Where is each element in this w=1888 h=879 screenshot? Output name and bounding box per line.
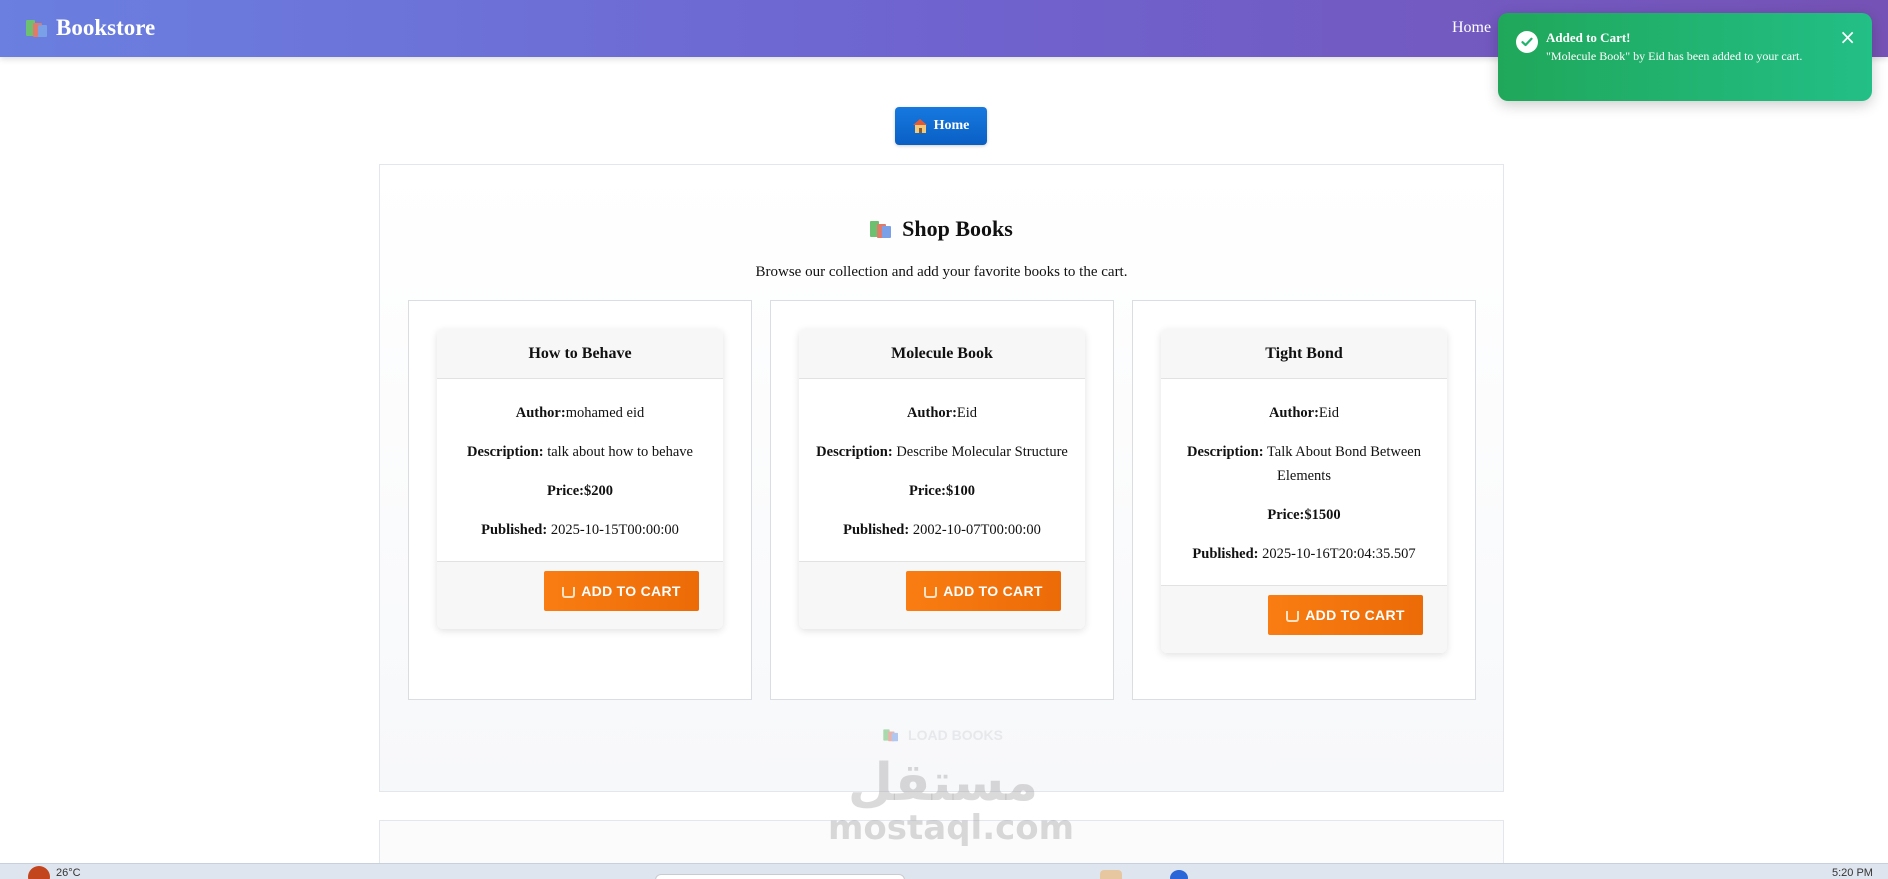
- book-author: Author:Eid: [1268, 405, 1340, 421]
- books-icon: [883, 728, 899, 742]
- book-card-frame: Molecule Book Author:Eid Description: De…: [770, 300, 1114, 700]
- books-icon: [26, 18, 48, 38]
- page-subtitle: Browse our collection and add your favor…: [755, 264, 1128, 280]
- toast-message: "Molecule Book" by Eid has been added to…: [1546, 49, 1803, 63]
- page-title-text: Shop Books: [902, 216, 1013, 241]
- book-title: How to Behave: [437, 329, 723, 379]
- cart-icon: [562, 586, 576, 598]
- page-title: Shop Books: [380, 216, 1503, 242]
- add-to-cart-button[interactable]: ADD TO CART: [906, 571, 1061, 611]
- book-price: Price:$200: [546, 483, 614, 499]
- taskbar-app-icon[interactable]: [1170, 870, 1188, 879]
- book-description: Description: Talk About Bond Between Ele…: [1187, 444, 1421, 484]
- taskbar-search[interactable]: [655, 874, 905, 879]
- house-icon: [912, 119, 928, 133]
- nav-link-home[interactable]: Home: [1452, 19, 1491, 37]
- taskbar: 26°C 5:20 PM: [0, 863, 1888, 879]
- book-title: Molecule Book: [799, 329, 1085, 379]
- book-card: How to Behave Author:mohamed eid Descrip…: [437, 329, 723, 629]
- book-card-frame: Tight Bond Author:Eid Description: Talk …: [1132, 300, 1476, 700]
- close-icon[interactable]: ×: [1839, 27, 1856, 47]
- home-button[interactable]: Home: [895, 107, 987, 145]
- cart-icon: [1286, 610, 1300, 622]
- book-details: Author:mohamed eid Description: talk abo…: [437, 379, 723, 561]
- book-details: Author:Eid Description: Talk About Bond …: [1161, 379, 1447, 585]
- add-to-cart-button[interactable]: ADD TO CART: [544, 571, 699, 611]
- book-title: Tight Bond: [1161, 329, 1447, 379]
- book-description: Description: talk about how to behave: [467, 444, 693, 460]
- load-books-button[interactable]: LOAD BOOKS: [380, 725, 1503, 745]
- book-card: Tight Bond Author:Eid Description: Talk …: [1161, 329, 1447, 653]
- toast-title: Added to Cart!: [1546, 30, 1631, 45]
- add-to-cart-button[interactable]: ADD TO CART: [1268, 595, 1423, 635]
- taskbar-app-icon[interactable]: [1100, 870, 1122, 879]
- book-published: Published: 2002-10-07T00:00:00: [843, 522, 1041, 538]
- cart-icon: [924, 586, 938, 598]
- check-circle-icon: [1516, 31, 1538, 53]
- home-button-label: Home: [933, 118, 970, 133]
- toast-notification: Added to Cart! "Molecule Book" by Eid ha…: [1498, 13, 1872, 101]
- card-footer: ADD TO CART: [1161, 585, 1447, 653]
- book-description: Description: Describe Molecular Structur…: [816, 444, 1068, 460]
- book-published: Published: 2025-10-15T00:00:00: [481, 522, 679, 538]
- taskbar-temperature: 26°C: [56, 867, 81, 879]
- book-published: Published: 2025-10-16T20:04:35.507: [1192, 546, 1416, 562]
- brand[interactable]: Bookstore: [26, 13, 155, 43]
- book-details: Author:Eid Description: Describe Molecul…: [799, 379, 1085, 561]
- weather-icon[interactable]: [28, 866, 50, 879]
- shop-panel: Shop Books Browse our collection and add…: [379, 164, 1504, 792]
- book-author: Author:Eid: [906, 405, 978, 421]
- book-price: Price:$1500: [1267, 507, 1341, 523]
- book-price: Price:$100: [908, 483, 976, 499]
- book-card: Molecule Book Author:Eid Description: De…: [799, 329, 1085, 629]
- watermark: مستقل mostaql.com: [828, 753, 1075, 848]
- books-icon: [870, 219, 892, 239]
- taskbar-clock: 5:20 PM: [1832, 867, 1873, 879]
- book-author: Author:mohamed eid: [515, 405, 645, 421]
- brand-title: Bookstore: [56, 15, 156, 40]
- book-card-frame: How to Behave Author:mohamed eid Descrip…: [408, 300, 752, 700]
- card-footer: ADD TO CART: [799, 561, 1085, 629]
- card-footer: ADD TO CART: [437, 561, 723, 629]
